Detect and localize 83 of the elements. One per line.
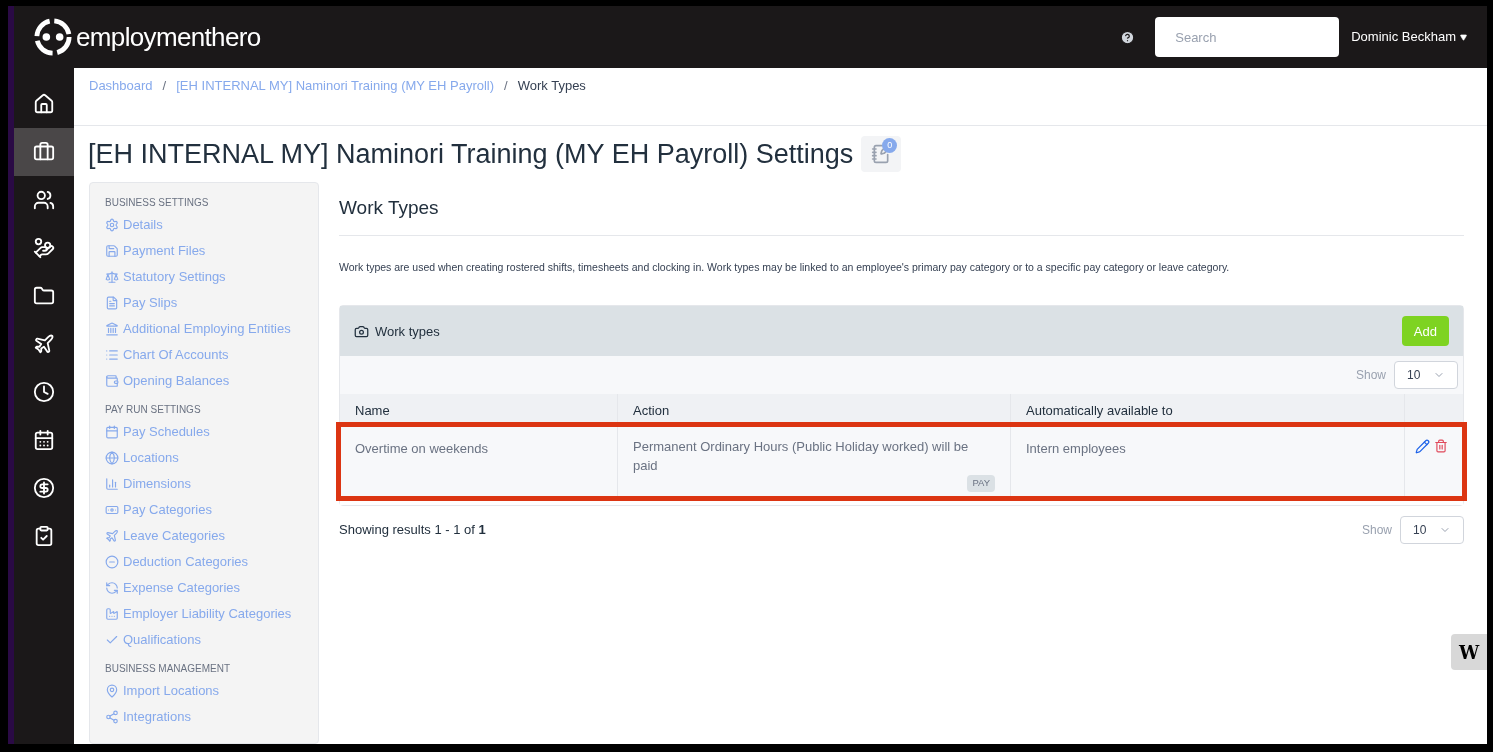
notes-badge: 0 [882,138,898,153]
show-label: Show [1355,367,1386,385]
menu-link[interactable]: Expense Categories [123,578,241,598]
bar-chart-icon [105,477,119,491]
bank-icon [105,322,119,336]
nav-rail-item[interactable] [14,128,74,176]
dollar-coin-icon [33,477,55,499]
page-title: [EH INTERNAL MY] Naminori Training (MY EH Payroll) Settings [88,137,854,171]
column-header: Name [355,401,390,420]
breadcrumb-link[interactable]: Dashboard [89,76,153,96]
widget-button[interactable]: W [1451,634,1487,670]
menu-link[interactable]: Deduction Categories [123,552,249,572]
notes-icon [871,144,892,164]
gear-icon [105,218,119,232]
logo-icon [34,18,72,56]
calendar-icon [33,429,55,451]
document-icon [105,296,119,310]
scales-icon [105,270,119,284]
map-pin-icon [105,684,119,698]
menu-link[interactable]: Locations [123,448,179,468]
menu-link[interactable]: Additional Employing Entities [123,319,291,339]
menu-link[interactable]: Import Locations [123,681,220,701]
list-icon [105,348,119,362]
camera-icon [354,323,369,339]
delete-icon[interactable] [1434,439,1448,454]
user-menu[interactable]: Dominic Beckham [1351,27,1467,47]
column-header: Action [633,401,670,420]
breadcrumb-link[interactable]: [EH INTERNAL MY] Naminori Training (MY EH Payroll) [176,76,495,96]
menu-link[interactable]: Pay Schedules [123,422,210,442]
edit-icon[interactable] [1415,439,1430,455]
folder-icon [33,285,55,307]
clipboard-check-icon [33,525,55,547]
show-label: Show [1361,521,1392,539]
menu-heading: BUSINESS SETTINGS [105,196,210,210]
menu-link[interactable]: Details [123,215,163,235]
menu-link[interactable]: Leave Categories [123,526,225,546]
add-button[interactable]: Add [1401,316,1449,347]
section-title: Work Types [339,182,1464,236]
help-icon[interactable] [1120,29,1136,45]
plane-icon [105,529,119,543]
globe-icon [105,451,119,465]
plane-icon [33,333,55,355]
menu-link[interactable]: Statutory Settings [123,267,226,287]
banknote-icon [105,503,119,517]
table-cell: Overtime on weekends [355,441,488,457]
results-summary: Showing results 1 - 1 of 1 [339,520,486,539]
share-icon [105,710,119,724]
menu-link[interactable]: Employer Liability Categories [123,604,292,624]
table-cell-text: Permanent Ordinary Hours (Public Holiday worked) will be paid [633,438,970,476]
factory-icon [105,607,119,621]
menu-link[interactable]: Integrations [123,707,191,727]
pay-tag: PAY [967,475,995,492]
check-icon [105,633,119,647]
page-size-select[interactable]: 10 [1394,361,1458,390]
menu-link[interactable]: Dimensions [123,474,191,494]
calendar-icon [105,425,119,439]
menu-link[interactable]: Chart Of Accounts [123,345,229,365]
briefcase-icon [33,141,55,163]
menu-link[interactable]: Payment Files [123,241,206,261]
people-icon [33,189,55,211]
breadcrumb-current: Work Types [517,77,586,95]
hand-coins-icon [33,237,55,259]
section-description: Work types are used when creating rostered shifts, timesheets and clocking in. Work types may be linked to an employee's primary pay category or to a specific pay category or leave category. [339,259,1231,275]
search-field[interactable]: Search [1155,17,1340,57]
menu-link[interactable]: Opening Balances [123,371,230,391]
breadcrumb-separator: / [504,77,508,95]
menu-link[interactable]: Pay Categories [123,500,212,520]
minus-circle-icon [105,555,119,569]
wallet-icon [105,374,119,388]
caret-icon [1460,33,1467,41]
table-cell: Intern employees [1026,441,1126,457]
menu-link[interactable]: Qualifications [123,630,202,650]
home-icon [33,93,55,115]
column-header: Automatically available to [1026,401,1173,420]
clock-icon [33,381,55,403]
panel-title: Work types [375,322,440,341]
menu-heading: BUSINESS MANAGEMENT [105,662,232,676]
notes-button[interactable]: 0 [861,136,902,172]
breadcrumb-separator: / [162,77,167,95]
brand-name: employmenthero [76,20,261,54]
page-size-select[interactable]: 10 [1400,515,1464,544]
menu-link[interactable]: Pay Slips [123,293,178,313]
menu-heading: PAY RUN SETTINGS [105,403,202,417]
